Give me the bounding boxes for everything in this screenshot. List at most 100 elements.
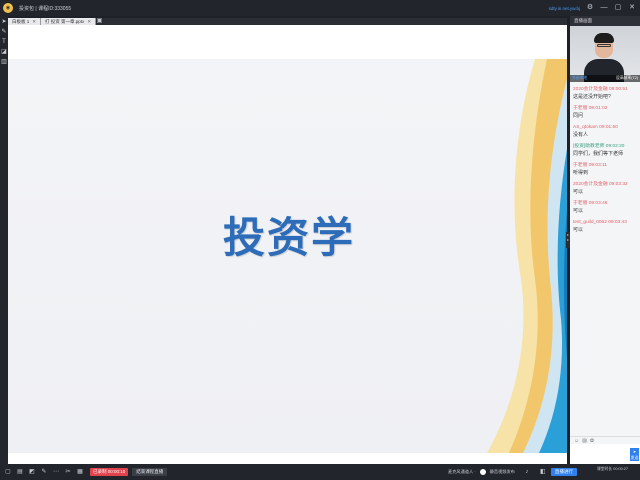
end-live-button[interactable]: 结束课程直播 <box>132 468 168 476</box>
presentation-slide: 投资学 <box>8 59 567 453</box>
document-tabs: 白板板 1 ✕ 打 投资 第一章.pptx ✕ ▣ <box>8 18 567 25</box>
chat-sender[interactable]: 2020会计及金融 <box>573 182 608 187</box>
video-control-bar: 关闭本地 设高帧率(72) <box>570 75 640 82</box>
chat-text: 听得到 <box>573 170 589 176</box>
chat-message-header: 2020会计及金融 09:03:32 <box>573 181 637 188</box>
chat-message: 于老丽 09:03:46 可以 <box>573 200 637 216</box>
tab-pptx[interactable]: 打 投资 第一章.pptx ✕ <box>41 18 97 25</box>
trash-icon[interactable]: ▥ <box>1 59 7 66</box>
video-right-label[interactable]: 设高帧率(72) <box>616 76 638 81</box>
teacher-video: 关闭本地 设高帧率(72) <box>570 26 640 82</box>
chat-time: 09:00:51 <box>609 87 628 92</box>
window-title: 投资包 | 课程ID:333055 <box>19 5 72 12</box>
screen-share-icon[interactable]: ▤ <box>16 468 24 476</box>
right-panel: 直播画面 关闭本地 设高帧率(72) 2020会计及金融 09:00:51 这是还… <box>570 16 640 464</box>
chat-sender[interactable]: 2020会计及金融 <box>573 87 608 92</box>
chat-text: 这是还没开始吧? <box>573 94 611 100</box>
class-duration: 课堂时长 00:00:27 <box>597 467 628 472</box>
close-icon[interactable]: ✕ <box>628 4 636 12</box>
gift-icon[interactable]: ✿ <box>590 438 594 444</box>
video-left-label[interactable]: 关闭本地 <box>572 76 587 81</box>
slide-title: 投资学 <box>223 213 356 262</box>
record-button[interactable]: 已录制 00:00:10 <box>90 468 129 476</box>
scissors-icon[interactable]: ✂ <box>64 468 72 476</box>
title-bar: ◉ 投资包 | 课程ID:333055 sdty.in.net.yw.bj ⚙ … <box>0 0 640 16</box>
chat-sender[interactable]: test_guild_0062 <box>573 220 607 225</box>
chat-sender[interactable]: [投资]助教老师 <box>573 144 604 149</box>
class-time-label: 课堂时长 <box>597 467 613 471</box>
eraser-icon[interactable]: ◪ <box>1 49 7 56</box>
title-bar-right: sdty.in.net.yw.bj ⚙ — ▢ ✕ <box>549 0 636 16</box>
class-time-value: 00:00:27 <box>613 467 629 471</box>
slide-wave-decoration <box>487 59 567 453</box>
chat-message-header: 于老丽 09:01:02 <box>573 105 637 112</box>
select-arrow-icon[interactable]: ➤ <box>1 19 7 26</box>
image-icon[interactable]: ▨ <box>582 438 587 444</box>
text-tool-icon[interactable]: T <box>1 39 7 46</box>
maximize-icon[interactable]: ▢ <box>614 4 622 12</box>
chat-time: 09:03:32 <box>609 182 628 187</box>
publish-button[interactable]: 直播进行 <box>550 468 577 476</box>
chat-time: 09:03:43 <box>608 220 627 225</box>
settings-icon[interactable]: ⚙ <box>586 4 594 12</box>
app-window: ◉ 投资包 | 课程ID:333055 sdty.in.net.yw.bj ⚙ … <box>0 0 640 480</box>
bottom-toolbar: ▢ ▤ ◩ ✎ ⋯ ✂ ▦ 已录制 00:00:10 结束课程直播 麦克风通道人… <box>0 464 640 480</box>
minimize-icon[interactable]: — <box>600 4 608 12</box>
user-link[interactable]: sdty.in.net.yw.bj <box>549 6 580 11</box>
chat-text: 同问 <box>573 113 584 119</box>
chat-message-header: test_guild_0062 09:03:43 <box>573 219 637 226</box>
chat-text: 可以 <box>573 227 584 233</box>
chat-message: [投资]助教老师 09:02:20 同学们，我们等下老师 <box>573 143 637 159</box>
pen-icon[interactable]: ✎ <box>1 29 7 36</box>
chat-time: 09:03:11 <box>588 163 608 168</box>
panel-header: 直播画面 <box>570 16 640 26</box>
chat-sender[interactable]: 于老丽 <box>573 201 587 206</box>
left-toolbar: ➤ ✎ T ◪ ▥ <box>0 16 8 464</box>
tab-label: 打 投资 第一章.pptx <box>45 19 85 24</box>
chat-text: 没有人 <box>573 132 589 138</box>
chat-message: 2020会计及金融 09:03:32 可以 <box>573 181 637 197</box>
chat-time: 09:01:02 <box>588 106 608 111</box>
document-canvas[interactable]: 投资学 <box>8 25 567 464</box>
chat-message: 于老丽 09:01:02 同问 <box>573 105 637 121</box>
chat-message: test_guild_0062 09:03:43 可以 <box>573 219 637 235</box>
chat-message-header: 2020会计及金融 09:00:51 <box>573 86 637 93</box>
tab-label: 白板板 1 <box>12 19 30 24</box>
camera-icon[interactable]: ▢ <box>4 468 12 476</box>
send-label: 发送 <box>630 455 639 460</box>
mute-toggle[interactable] <box>479 469 486 475</box>
tab-close-icon[interactable]: ✕ <box>32 18 36 25</box>
speaker-icon[interactable]: ◧ <box>539 468 547 476</box>
chat-list[interactable]: 2020会计及金融 09:00:51 这是还没开始吧? 于老丽 09:01:02 同问… <box>570 84 640 434</box>
edit-icon[interactable]: ✎ <box>40 468 48 476</box>
chat-time: 09:02:20 <box>605 144 625 149</box>
add-tab-icon[interactable]: ▣ <box>96 18 103 25</box>
send-icon: ➤ <box>632 449 637 454</box>
bottom-right-controls: 麦克风通道人 · 静音视频发布 ♪ ◧ 直播进行 <box>448 464 577 480</box>
video-person-hair <box>594 33 614 43</box>
whiteboard-icon[interactable]: ◩ <box>28 468 36 476</box>
chat-sender[interactable]: 于老丽 <box>573 163 587 168</box>
chat-sender[interactable]: AS_qtokam <box>573 125 598 130</box>
chat-toolbar: ☺ ▨ ✿ <box>570 436 640 444</box>
mute-video-label: 静音视频发布 <box>489 469 515 474</box>
tab-close-icon[interactable]: ✕ <box>87 18 91 25</box>
chat-time: 09:01:50 <box>599 125 618 130</box>
chat-message-header: 于老丽 09:03:46 <box>573 200 637 207</box>
chat-message: 于老丽 09:03:11 听得到 <box>573 162 637 178</box>
chat-message: AS_qtokam 09:01:50 没有人 <box>573 124 637 140</box>
chat-time: 09:03:46 <box>588 201 608 206</box>
mic-icon[interactable]: ♪ <box>523 468 531 476</box>
chat-input[interactable]: ➤ 发送 <box>570 444 640 464</box>
save-icon[interactable]: ▦ <box>76 468 84 476</box>
chat-message: 2020会计及金融 09:00:51 这是还没开始吧? <box>573 86 637 102</box>
mic-channel-label: 麦克风通道人 · <box>448 469 476 474</box>
emoji-icon[interactable]: ☺ <box>574 438 579 444</box>
tab-whiteboard[interactable]: 白板板 1 ✕ <box>8 18 42 25</box>
chat-text: 同学们，我们等下老师 <box>573 151 624 157</box>
chat-text: 可以 <box>573 189 584 195</box>
chat-message-header: [投资]助教老师 09:02:20 <box>573 143 637 150</box>
more-icon[interactable]: ⋯ <box>52 468 60 476</box>
send-button[interactable]: ➤ 发送 <box>630 448 639 461</box>
chat-sender[interactable]: 于老丽 <box>573 106 587 111</box>
